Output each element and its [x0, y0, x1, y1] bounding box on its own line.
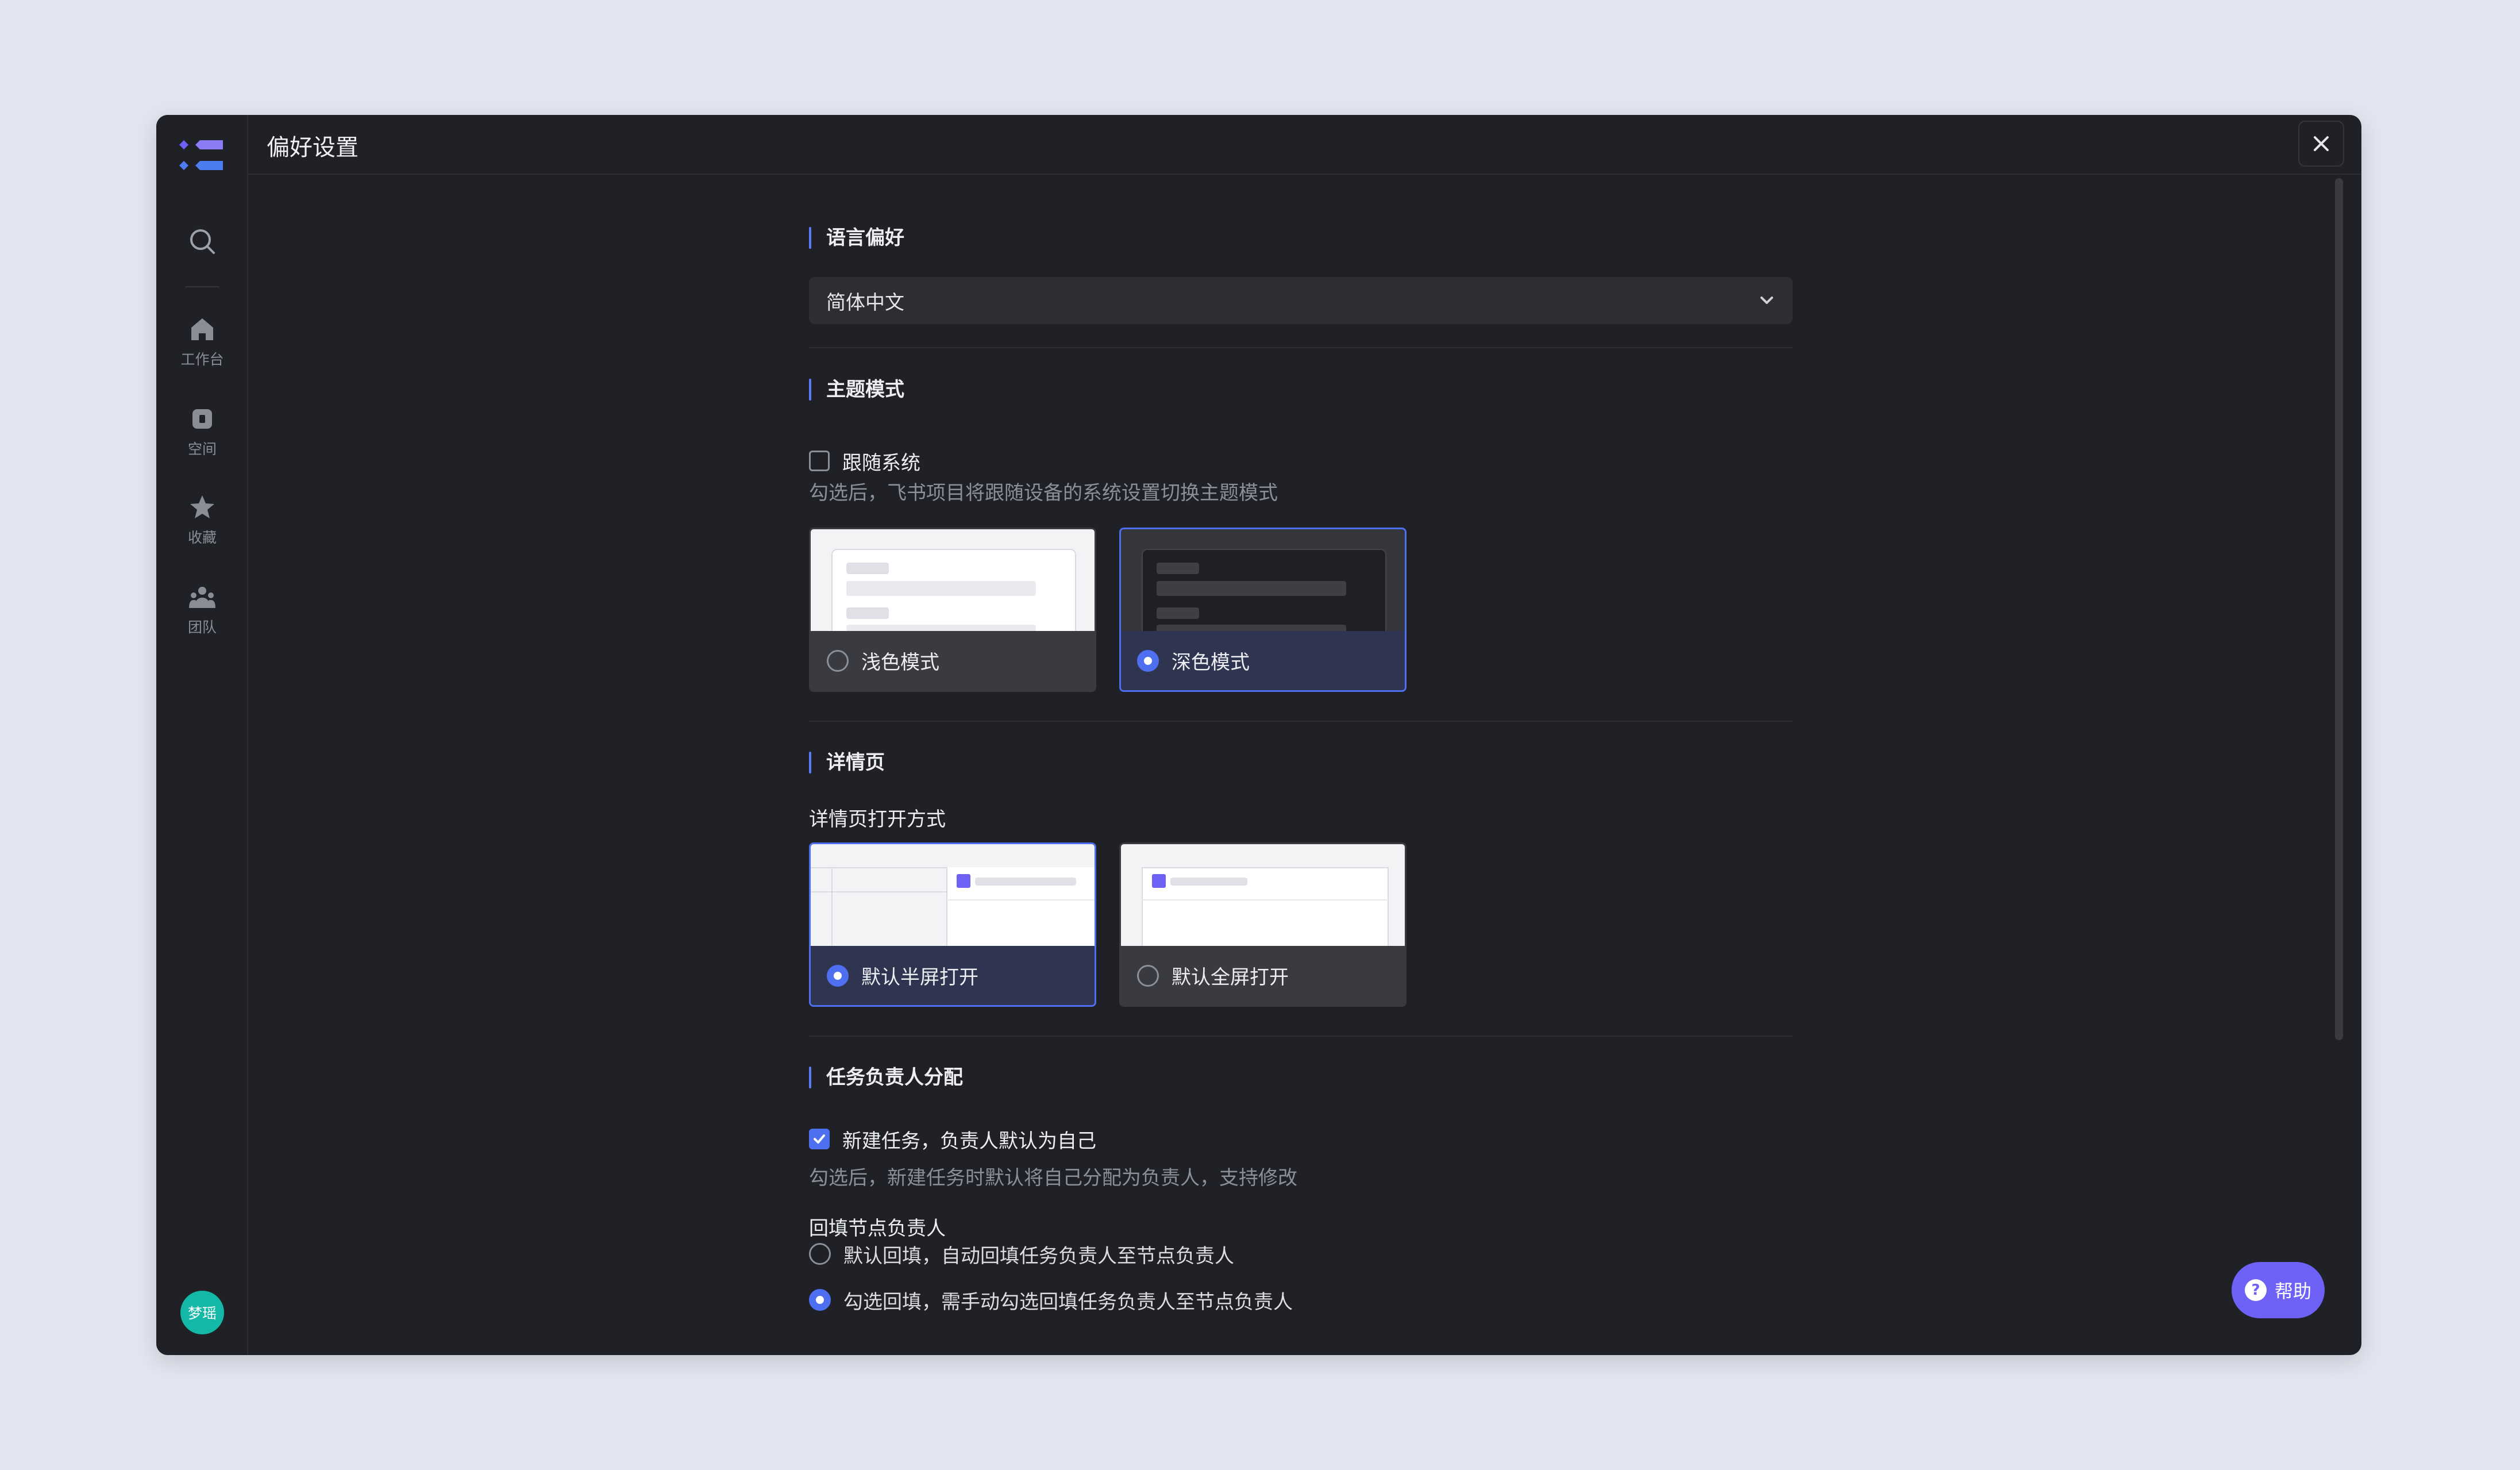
dark-mode-label: 深色模式 [1172, 651, 1250, 674]
sidebar-item-space[interactable]: 空间 [156, 405, 248, 474]
self-default-checkbox-row[interactable]: 新建任务，负责人默认为自己 [809, 1126, 1096, 1153]
detail-option-half-screen[interactable]: 默认半屏打开 [809, 842, 1096, 1007]
check-icon [814, 1134, 825, 1144]
sidebar-item-label: 收藏 [187, 529, 217, 546]
page-title: 偏好设置 [267, 134, 359, 161]
backfill-option-auto[interactable]: 默认回填，自动回填任务负责人至节点负责人 [809, 1241, 1234, 1268]
dark-theme-preview [1121, 529, 1405, 647]
detail-open-mode-title: 详情页打开方式 [809, 808, 946, 831]
section-divider [809, 347, 1793, 348]
sidebar-item-workbench[interactable]: 工作台 [156, 315, 248, 384]
sidebar: 工作台 空间 收藏 团队 梦瑶 [156, 115, 248, 1355]
dark-mode-radio[interactable] [1137, 649, 1159, 672]
light-theme-preview [811, 529, 1095, 647]
app-logo-icon[interactable] [178, 137, 226, 178]
avatar[interactable]: 梦瑶 [180, 1291, 224, 1334]
full-screen-label: 默认全屏打开 [1172, 966, 1289, 989]
backfill-option-manual[interactable]: 勾选回填，需手动勾选回填任务负责人至节点负责人 [809, 1287, 1293, 1314]
full-screen-preview [1121, 844, 1405, 953]
sidebar-divider [185, 286, 219, 287]
self-default-label: 新建任务，负责人默认为自己 [842, 1129, 1096, 1153]
star-icon [190, 495, 214, 518]
follow-system-hint: 勾选后，飞书项目将跟随设备的系统设置切换主题模式 [809, 482, 1278, 505]
close-button[interactable] [2298, 121, 2344, 167]
light-mode-radio[interactable] [827, 649, 849, 672]
section-title-theme: 主题模式 [809, 378, 904, 402]
language-select[interactable]: 简体中文 [809, 277, 1793, 324]
search-icon[interactable] [186, 225, 218, 257]
backfill-auto-radio[interactable] [809, 1243, 831, 1265]
sidebar-item-favorites[interactable]: 收藏 [156, 493, 248, 562]
follow-system-checkbox-row[interactable]: 跟随系统 [809, 448, 920, 475]
theme-option-light[interactable]: 浅色模式 [809, 528, 1096, 692]
section-title-detail: 详情页 [809, 751, 885, 775]
sidebar-item-team[interactable]: 团队 [156, 583, 248, 652]
help-icon: ? [2244, 1279, 2267, 1301]
space-icon [192, 409, 212, 429]
self-default-checkbox[interactable] [809, 1129, 830, 1149]
light-mode-label: 浅色模式 [861, 651, 939, 674]
help-label: 帮助 [2274, 1280, 2311, 1302]
detail-option-footer: 默认全屏打开 [1121, 946, 1405, 1005]
backfill-auto-label: 默认回填，自动回填任务负责人至节点负责人 [843, 1244, 1234, 1268]
preferences-window: 工作台 空间 收藏 团队 梦瑶 偏好设置 语言偏好 简体中文 主题模式 跟随系统… [156, 115, 2361, 1355]
backfill-manual-radio[interactable] [809, 1289, 831, 1311]
sidebar-item-label: 工作台 [180, 351, 224, 368]
half-screen-preview [811, 844, 1095, 953]
help-button[interactable]: ? 帮助 [2232, 1262, 2325, 1318]
half-screen-radio[interactable] [827, 964, 849, 987]
detail-option-footer: 默认半屏打开 [811, 946, 1095, 1005]
backfill-title: 回填节点负责人 [809, 1217, 946, 1240]
theme-option-dark[interactable]: 深色模式 [1119, 528, 1407, 692]
sidebar-item-label: 团队 [187, 619, 217, 636]
close-icon [2314, 136, 2329, 151]
follow-system-label: 跟随系统 [842, 451, 920, 475]
theme-option-footer: 深色模式 [1121, 631, 1405, 690]
sidebar-item-label: 空间 [187, 441, 217, 457]
scrollbar[interactable] [2335, 178, 2343, 1040]
follow-system-checkbox[interactable] [809, 451, 830, 471]
home-icon [191, 318, 213, 340]
section-title-language: 语言偏好 [809, 226, 904, 250]
backfill-manual-label: 勾选回填，需手动勾选回填任务负责人至节点负责人 [843, 1290, 1293, 1314]
self-default-hint: 勾选后，新建任务时默认将自己分配为负责人，支持修改 [809, 1167, 1297, 1190]
chevron-down-icon [1760, 297, 1773, 304]
detail-option-full-screen[interactable]: 默认全屏打开 [1119, 842, 1407, 1007]
section-divider [809, 1036, 1793, 1037]
section-divider [809, 721, 1793, 722]
full-screen-radio[interactable] [1137, 964, 1159, 987]
theme-option-footer: 浅色模式 [811, 631, 1095, 690]
half-screen-label: 默认半屏打开 [861, 966, 978, 989]
section-title-assignee: 任务负责人分配 [809, 1065, 963, 1090]
team-icon [189, 587, 215, 608]
language-select-value: 简体中文 [826, 291, 904, 314]
settings-content: 语言偏好 简体中文 主题模式 跟随系统 勾选后，飞书项目将跟随设备的系统设置切换… [809, 115, 1793, 1355]
